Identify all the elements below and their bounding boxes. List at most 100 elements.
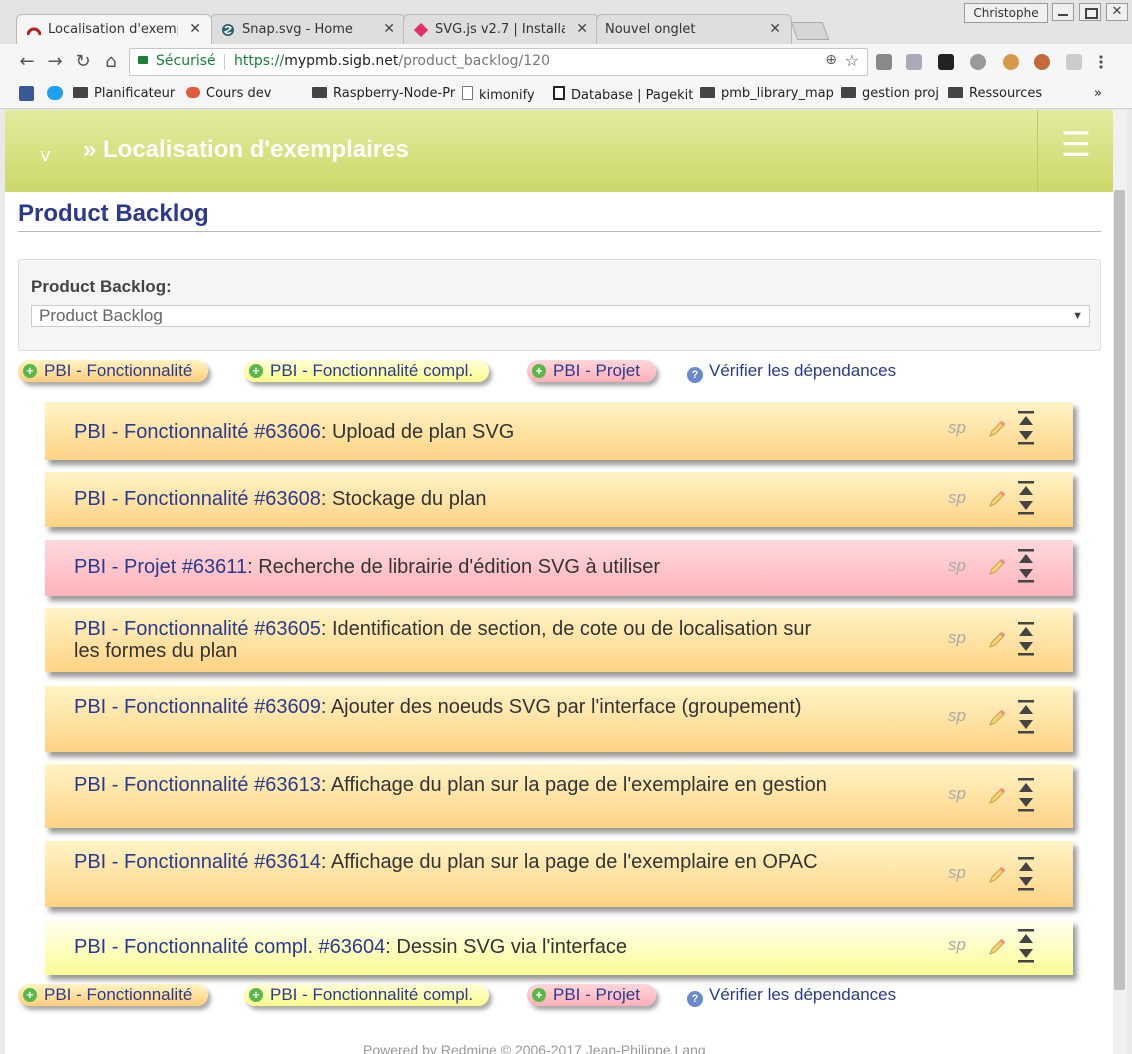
address-bar[interactable]: Sécurisé https://mypmb.sigb.net/product_… xyxy=(129,48,868,76)
minimize-button[interactable] xyxy=(1052,3,1074,21)
facebook-icon[interactable] xyxy=(19,86,34,101)
add-fonctionnalite-compl-button[interactable]: + PBI - Fonctionnalité compl. xyxy=(244,360,490,382)
item-ref-link[interactable]: PBI - Fonctionnalité #63613 xyxy=(74,774,321,796)
move-bottom-icon[interactable] xyxy=(1017,428,1035,446)
chevron-down-icon[interactable]: v xyxy=(40,145,51,166)
move-top-icon[interactable] xyxy=(1017,856,1035,874)
tab-snapsvg[interactable]: Snap.svg - Home ✕ xyxy=(210,14,406,44)
bookmark-cours-dev[interactable]: Cours dev xyxy=(186,86,271,101)
story-points[interactable]: sp xyxy=(948,488,966,508)
maximize-button[interactable] xyxy=(1079,3,1101,21)
add-fonctionnalite-compl-button[interactable]: + PBI - Fonctionnalité compl. xyxy=(244,984,490,1006)
close-icon[interactable]: ✕ xyxy=(383,21,395,37)
backlog-item[interactable]: PBI - Fonctionnalité #63606: Upload de p… xyxy=(45,402,1073,460)
backlog-item[interactable]: PBI - Fonctionnalité #63608: Stockage du… xyxy=(45,472,1073,527)
story-points[interactable]: sp xyxy=(948,628,966,648)
edit-pencil-icon[interactable] xyxy=(987,865,1007,885)
chrome-menu-icon[interactable] xyxy=(1098,54,1104,70)
edit-pencil-icon[interactable] xyxy=(987,630,1007,650)
zoom-icon[interactable]: ⊕ xyxy=(825,52,837,68)
story-points[interactable]: sp xyxy=(948,784,966,804)
add-projet-button[interactable]: + PBI - Projet xyxy=(527,984,656,1006)
item-ref-link[interactable]: PBI - Projet #63611 xyxy=(74,556,247,578)
scrollbar-thumb[interactable] xyxy=(1114,190,1125,990)
close-icon[interactable]: ✕ xyxy=(769,21,781,37)
move-bottom-icon[interactable] xyxy=(1017,717,1035,735)
move-top-icon[interactable] xyxy=(1017,480,1035,498)
move-bottom-icon[interactable] xyxy=(1017,566,1035,584)
close-icon[interactable]: ✕ xyxy=(576,21,588,37)
edit-pencil-icon[interactable] xyxy=(987,937,1007,957)
bookmark-kimonify[interactable]: kimonify xyxy=(462,86,535,103)
move-top-icon[interactable] xyxy=(1017,928,1035,946)
backlog-item[interactable]: PBI - Projet #63611: Recherche de librai… xyxy=(45,540,1073,596)
move-top-icon[interactable] xyxy=(1017,621,1035,639)
move-top-icon[interactable] xyxy=(1017,548,1035,566)
move-bottom-icon[interactable] xyxy=(1017,874,1035,892)
cookie-icon[interactable] xyxy=(1003,54,1019,70)
add-projet-button[interactable]: + PBI - Projet xyxy=(527,360,656,382)
reload-icon[interactable]: ↻ xyxy=(73,52,93,72)
story-points[interactable]: sp xyxy=(948,935,966,955)
move-bottom-icon[interactable] xyxy=(1017,498,1035,516)
new-tab-button[interactable] xyxy=(790,22,830,40)
backlog-item[interactable]: PBI - Fonctionnalité #63614: Affichage d… xyxy=(45,841,1073,907)
hamburger-menu-icon[interactable]: ☰ xyxy=(1037,110,1113,192)
back-icon[interactable]: ← xyxy=(17,52,37,72)
story-points[interactable]: sp xyxy=(948,863,966,883)
backlog-item[interactable]: PBI - Fonctionnalité #63605: Identificat… xyxy=(45,608,1073,672)
profile-button[interactable]: Christophe xyxy=(964,3,1048,23)
monkey-icon[interactable] xyxy=(1034,54,1050,70)
home-icon[interactable]: ⌂ xyxy=(101,52,121,72)
twitter-icon[interactable] xyxy=(47,86,63,100)
close-window-button[interactable]: ✕ xyxy=(1106,3,1128,21)
bookmark-planificateur[interactable]: Planificateur xyxy=(73,86,175,101)
vue-devtools-icon[interactable] xyxy=(906,54,922,70)
move-top-icon[interactable] xyxy=(1017,699,1035,717)
tab-new[interactable]: Nouvel onglet ✕ xyxy=(596,14,792,44)
move-top-icon[interactable] xyxy=(1017,777,1035,795)
move-bottom-icon[interactable] xyxy=(1017,639,1035,657)
backlog-item[interactable]: PBI - Fonctionnalité #63609: Ajouter des… xyxy=(45,686,1073,752)
bookmark-ressources[interactable]: Ressources xyxy=(948,86,1042,101)
ublock-icon[interactable] xyxy=(876,54,892,70)
forward-icon[interactable]: → xyxy=(45,52,65,72)
backlog-item[interactable]: PBI - Fonctionnalité #63613: Affichage d… xyxy=(45,764,1073,828)
tab-localisation[interactable]: Localisation d'exemplaires ✕ xyxy=(16,14,212,44)
close-icon[interactable]: ✕ xyxy=(189,21,201,37)
edit-pencil-icon[interactable] xyxy=(987,786,1007,806)
story-points[interactable]: sp xyxy=(948,706,966,726)
add-fonctionnalite-button[interactable]: + PBI - Fonctionnalité xyxy=(18,984,209,1006)
ninja-icon[interactable] xyxy=(938,54,954,70)
item-ref-link[interactable]: PBI - Fonctionnalité compl. #63604 xyxy=(74,936,385,958)
backlog-item[interactable]: PBI - Fonctionnalité compl. #63604: Dess… xyxy=(45,920,1073,975)
bookmarks-overflow-button[interactable]: » xyxy=(1094,86,1102,101)
backlog-select[interactable]: Product Backlog ▼ xyxy=(31,305,1090,327)
item-ref-link[interactable]: PBI - Fonctionnalité #63605 xyxy=(74,618,321,640)
item-ref-link[interactable]: PBI - Fonctionnalité #63606 xyxy=(74,421,321,443)
item-ref-link[interactable]: PBI - Fonctionnalité #63614 xyxy=(74,851,321,873)
verify-dependencies-link[interactable]: ? Vérifier les dépendances xyxy=(687,360,896,383)
bookmark-star-icon[interactable]: ☆ xyxy=(845,51,859,70)
edit-pencil-icon[interactable] xyxy=(987,557,1007,577)
move-bottom-icon[interactable] xyxy=(1017,795,1035,813)
story-points[interactable]: sp xyxy=(948,556,966,576)
item-ref-link[interactable]: PBI - Fonctionnalité #63609 xyxy=(74,696,321,718)
add-fonctionnalite-button[interactable]: + PBI - Fonctionnalité xyxy=(18,360,209,382)
project-title[interactable]: » Localisation d'exemplaires xyxy=(83,136,409,164)
react-icon[interactable] xyxy=(1066,54,1082,70)
bookmark-gestion-proj[interactable]: gestion proj xyxy=(841,86,939,101)
edit-pencil-icon[interactable] xyxy=(987,419,1007,439)
item-ref-link[interactable]: PBI - Fonctionnalité #63608 xyxy=(74,488,321,510)
move-top-icon[interactable] xyxy=(1017,410,1035,428)
story-points[interactable]: sp xyxy=(948,418,966,438)
verify-dependencies-link[interactable]: ? Vérifier les dépendances xyxy=(687,984,896,1007)
bookmark-raspberry[interactable]: Raspberry-Node-Pr xyxy=(312,86,455,101)
compass-icon[interactable] xyxy=(970,54,986,70)
edit-pencil-icon[interactable] xyxy=(987,489,1007,509)
move-bottom-icon[interactable] xyxy=(1017,946,1035,964)
bookmark-pmb-library-map[interactable]: pmb_library_map xyxy=(700,86,834,101)
bookmark-database[interactable]: Database | Pagekit xyxy=(553,86,693,103)
edit-pencil-icon[interactable] xyxy=(987,708,1007,728)
tab-svgjs[interactable]: SVG.js v2.7 | Installation ✕ xyxy=(403,14,599,44)
